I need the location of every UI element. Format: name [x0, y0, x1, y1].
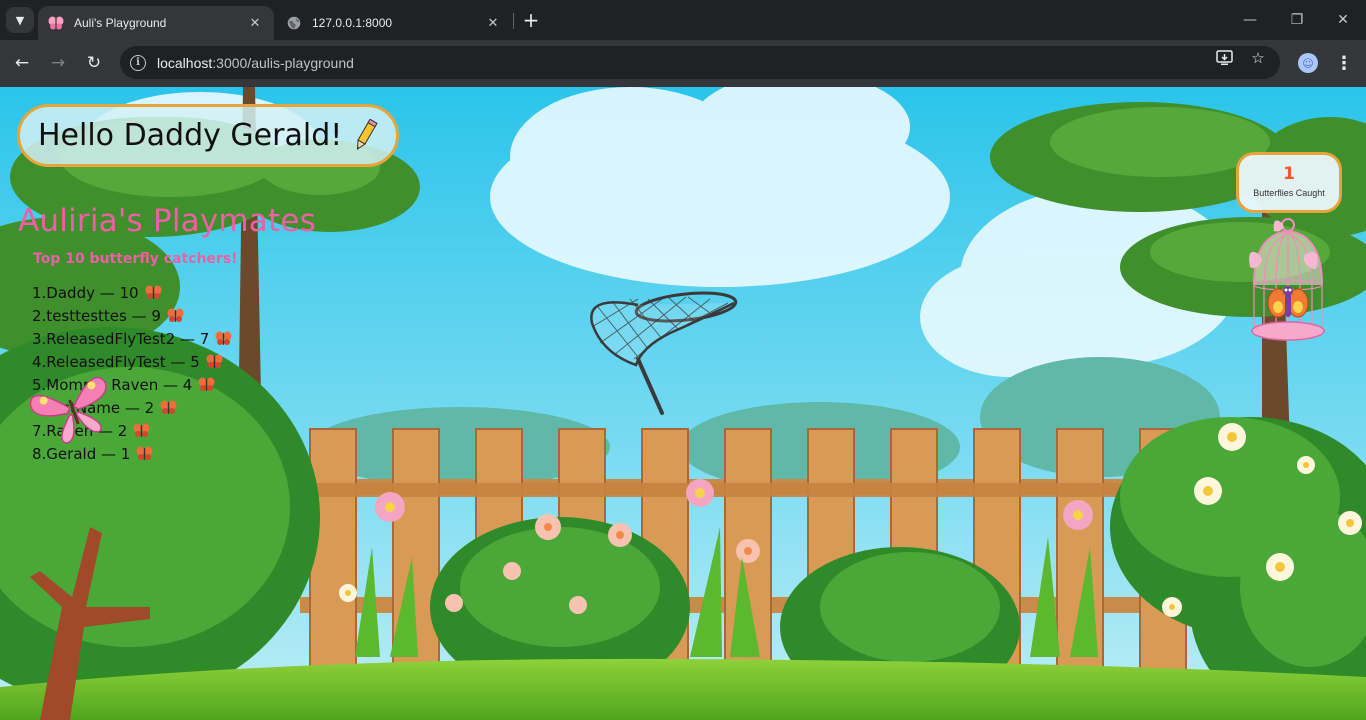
- arrow-left-icon: ←: [14, 53, 30, 73]
- caught-label: Butterflies Caught: [1253, 188, 1325, 198]
- tab-separator: [513, 13, 514, 29]
- tab-title: 127.0.0.1:8000: [312, 16, 393, 30]
- globe-icon: [286, 15, 302, 31]
- caught-butterfly-icon: [1267, 286, 1309, 318]
- chevron-down-icon: ▼: [15, 13, 25, 27]
- restore-button[interactable]: ❐: [1285, 8, 1309, 32]
- butterfly-icon: [206, 354, 223, 368]
- leaderboard-entry-text: 4.ReleasedFlyTest — 5: [32, 352, 200, 371]
- profile-avatar[interactable]: ☺: [1298, 53, 1318, 73]
- leaderboard-entry-text: 3.ReleasedFlyTest2 — 7: [32, 329, 210, 348]
- back-button[interactable]: ←: [9, 50, 35, 76]
- arrow-right-icon: →: [50, 53, 66, 73]
- leaderboard-entry: 8.Gerald — 1: [32, 442, 232, 465]
- reload-button[interactable]: ↻: [81, 50, 107, 76]
- leaderboard-entry: 3.ReleasedFlyTest2 — 7: [32, 327, 232, 350]
- playmates-subtitle: Top 10 butterfly catchers!: [33, 251, 238, 267]
- close-window-button[interactable]: ✕: [1331, 8, 1355, 32]
- leaderboard-entry-text: 2.testtesttes — 9: [32, 306, 161, 325]
- tab-aulis-playground[interactable]: Auli's Playground ✕: [38, 6, 274, 40]
- butterfly-cage[interactable]: [1242, 215, 1332, 347]
- butterfly-icon: [136, 446, 153, 460]
- butterfly-icon: [198, 377, 215, 391]
- greeting-text: Hello Daddy Gerald!: [38, 118, 343, 153]
- close-icon: ✕: [1337, 12, 1349, 28]
- reload-icon: ↻: [86, 53, 102, 73]
- greeting-banner: Hello Daddy Gerald!: [17, 104, 400, 167]
- butterfly-favicon-icon: [48, 15, 64, 31]
- leaderboard-entry-text: 1.Daddy — 10: [32, 283, 139, 302]
- butterfly-icon: [160, 400, 177, 414]
- butterflies-caught-counter: 1 Butterflies Caught: [1236, 152, 1342, 213]
- close-tab-icon[interactable]: ✕: [484, 14, 502, 32]
- pencil-icon: [357, 118, 378, 150]
- close-tab-icon[interactable]: ✕: [246, 14, 264, 32]
- minimize-button[interactable]: —: [1238, 8, 1262, 32]
- avatar-face-icon: ☺: [1302, 56, 1314, 70]
- new-tab-button[interactable]: +: [520, 8, 542, 32]
- browser-toolbar: ← → ↻ i localhost:3000/aulis-playground …: [0, 40, 1366, 87]
- install-app-icon[interactable]: [1215, 48, 1235, 68]
- site-info-icon[interactable]: i: [130, 54, 146, 71]
- flying-butterfly[interactable]: [30, 371, 116, 445]
- more-vert-icon: ⋮: [1335, 52, 1353, 74]
- page-viewport: Hello Daddy Gerald! Auliria's Playmates …: [0, 87, 1366, 720]
- butterfly-net-cursor: [590, 291, 738, 415]
- tab-strip: ▼ Auli's Playground ✕ 127.0.0.1:8000 ✕ +…: [0, 0, 1366, 40]
- butterfly-icon: [167, 308, 184, 322]
- leaderboard-entry: 2.testtesttes — 9: [32, 304, 232, 327]
- minimize-icon: —: [1243, 12, 1257, 28]
- bookmark-star-icon[interactable]: ☆: [1248, 48, 1268, 68]
- leaderboard-entry: 1.Daddy — 10: [32, 281, 232, 304]
- browser-menu-button[interactable]: ⋮: [1334, 52, 1354, 74]
- playmates-title: Auliria's Playmates: [18, 203, 316, 239]
- leaderboard-entry: 4.ReleasedFlyTest — 5: [32, 350, 232, 373]
- tab-search-button[interactable]: ▼: [6, 7, 34, 33]
- butterfly-icon: [133, 423, 150, 437]
- address-bar[interactable]: i localhost:3000/aulis-playground: [120, 46, 1280, 79]
- url-text: localhost:3000/aulis-playground: [157, 54, 354, 71]
- butterfly-icon: [145, 285, 162, 299]
- restore-icon: ❐: [1290, 12, 1304, 28]
- butterfly-icon: [215, 331, 232, 345]
- plus-icon: +: [522, 8, 540, 32]
- tab-title: Auli's Playground: [74, 16, 167, 30]
- leaderboard-entry-text: 8.Gerald — 1: [32, 444, 131, 463]
- tab-localhost-8000[interactable]: 127.0.0.1:8000 ✕: [276, 6, 512, 40]
- caught-count: 1: [1283, 164, 1295, 184]
- forward-button[interactable]: →: [45, 50, 71, 76]
